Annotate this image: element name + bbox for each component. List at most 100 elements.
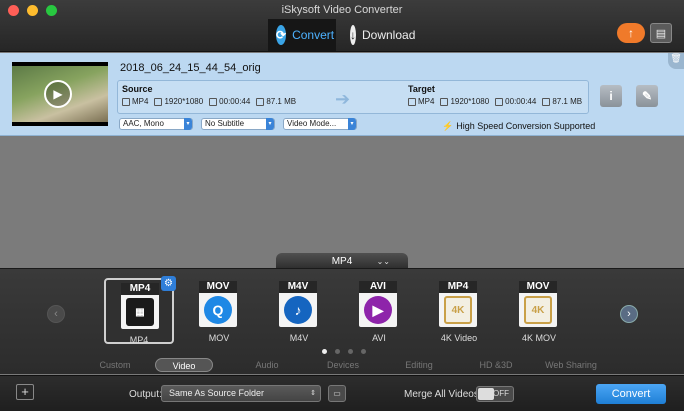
merge-label: Merge All Videos: <box>404 389 482 400</box>
format-icon <box>408 97 416 106</box>
output-folder-value: Same As Source Folder <box>169 388 265 398</box>
format-label: M4V <box>289 333 309 343</box>
page-dot[interactable] <box>322 349 327 354</box>
pencil-icon: ✎ <box>641 89 653 103</box>
arrow-right-icon: ➔ <box>335 89 351 109</box>
target-format: MP4 <box>408 97 434 106</box>
tab-video[interactable]: Video <box>155 358 213 372</box>
current-format-label: MP4 <box>331 256 353 267</box>
monitor-icon <box>154 97 163 106</box>
title-bar: iSkysoft Video Converter ⟳ Convert ↓ Dow… <box>0 0 684 52</box>
target-specs: MP4 1920*1080 00:00:44 87.1 MB <box>408 97 582 106</box>
previous-page-button[interactable]: ‹ <box>47 305 65 323</box>
play-disc-icon: ▶ <box>364 296 392 324</box>
clock-icon <box>209 97 218 106</box>
film-icon: ▦ <box>126 298 154 326</box>
music-note-icon: ♪ <box>284 296 312 324</box>
lightning-icon: ⚡ <box>442 121 454 131</box>
format-tag: MOV <box>519 281 557 293</box>
tab-convert-label: Convert <box>292 28 335 42</box>
download-icon: ↓ <box>350 25 356 45</box>
output-folder-select[interactable]: Same As Source Folder ⇕ <box>161 385 321 402</box>
format-4k-video[interactable]: MP4 4K 4K Video <box>424 278 494 344</box>
convert-icon: ⟳ <box>276 25 287 45</box>
conversion-info: Source MP4 1920*1080 00:00:44 87.1 MB ➔ … <box>117 80 589 114</box>
source-size: 87.1 MB <box>256 97 296 106</box>
video-mode-dropdown-value: Video Mode... <box>287 119 337 128</box>
format-tag: AVI <box>359 281 397 293</box>
file-list-empty-area <box>0 137 684 267</box>
trash-icon[interactable]: 🗑 <box>668 53 684 69</box>
format-card: M4V ♪ <box>279 281 317 327</box>
open-folder-button[interactable]: ▭ <box>328 385 346 402</box>
play-icon[interactable]: ▶ <box>44 80 72 108</box>
upload-button[interactable]: ↑ <box>617 23 645 43</box>
high-speed-note: ⚡ High Speed Conversion Supported <box>442 121 595 132</box>
format-label: 4K Video <box>440 333 478 343</box>
format-4k-mov[interactable]: MOV 4K 4K MOV <box>504 278 574 344</box>
add-file-button[interactable]: + <box>16 384 34 400</box>
source-resolution: 1920*1080 <box>154 97 203 106</box>
page-dot[interactable] <box>361 349 366 354</box>
updown-arrow-icon: ⇕ <box>310 390 316 397</box>
tab-convert[interactable]: ⟳ Convert <box>268 19 336 51</box>
tab-download-label: Download <box>362 28 416 42</box>
edit-button[interactable]: ✎ <box>636 85 658 107</box>
chevron-left-icon: ‹ <box>54 308 58 320</box>
page-dot[interactable] <box>348 349 353 354</box>
tab-audio[interactable]: Audio <box>243 358 291 372</box>
page-dot[interactable] <box>335 349 340 354</box>
tab-editing[interactable]: Editing <box>396 358 442 372</box>
info-button[interactable]: i <box>600 85 622 107</box>
format-card: MOV 4K <box>519 281 557 327</box>
format-tag: MOV <box>199 281 237 293</box>
chevron-down-icon: ▾ <box>266 118 274 130</box>
format-label: 4K MOV <box>521 333 556 343</box>
tab-custom[interactable]: Custom <box>90 358 140 372</box>
audio-dropdown-value: AAC, Mono <box>123 119 164 128</box>
tab-web-sharing[interactable]: Web Sharing <box>540 358 602 372</box>
format-label: AVI <box>372 333 386 343</box>
format-label: MOV <box>208 333 230 343</box>
disk-icon <box>542 97 551 106</box>
info-icon: i <box>609 89 613 103</box>
video-mode-dropdown[interactable]: Video Mode... ▾ <box>283 118 357 130</box>
subtitle-dropdown[interactable]: No Subtitle ▾ <box>201 118 275 130</box>
source-duration: 00:00:44 <box>209 97 250 106</box>
source-heading: Source <box>122 84 153 94</box>
format-icon <box>122 97 130 106</box>
format-mov[interactable]: MOV Q MOV <box>184 278 254 344</box>
format-tag: MP4 <box>439 281 477 293</box>
chevron-down-icon: ▾ <box>348 118 356 130</box>
clock-icon <box>495 97 504 106</box>
video-thumbnail[interactable]: ▶ <box>12 62 108 126</box>
quicktime-icon: Q <box>204 296 232 324</box>
toolbox-button[interactable]: ▤ <box>650 23 672 43</box>
tab-download[interactable]: ↓ Download <box>342 19 422 51</box>
format-tag: MP4 <box>121 283 159 295</box>
target-size: 87.1 MB <box>542 97 582 106</box>
page-indicator <box>322 349 366 354</box>
format-label: MP4 <box>129 335 149 345</box>
tab-hd-3d[interactable]: HD &3D <box>472 358 520 372</box>
tab-devices[interactable]: Devices <box>316 358 370 372</box>
source-specs: MP4 1920*1080 00:00:44 87.1 MB <box>122 97 296 106</box>
category-tabs: Custom Video Audio Devices Editing HD &3… <box>0 358 684 374</box>
chevron-down-icon: ▾ <box>184 118 192 130</box>
format-m4v[interactable]: M4V ♪ M4V <box>264 278 334 344</box>
audio-dropdown[interactable]: AAC, Mono ▾ <box>119 118 193 130</box>
gear-icon[interactable]: ⚙ <box>161 276 176 291</box>
convert-button[interactable]: Convert <box>596 384 666 404</box>
source-format: MP4 <box>122 97 148 106</box>
4k-icon: 4K <box>444 296 472 324</box>
format-mp4[interactable]: MP4 ▦ ⚙ MP4 <box>104 276 176 345</box>
format-tag: M4V <box>279 281 317 293</box>
next-page-button[interactable]: › <box>620 305 638 323</box>
4k-icon: 4K <box>524 296 552 324</box>
format-card: MOV Q <box>199 281 237 327</box>
merge-state: OFF <box>493 389 509 398</box>
file-name: 2018_06_24_15_44_54_orig <box>120 62 261 74</box>
format-avi[interactable]: AVI ▶ AVI <box>344 278 414 344</box>
merge-toggle[interactable]: OFF <box>476 386 514 402</box>
window-title: iSkysoft Video Converter <box>281 4 403 16</box>
